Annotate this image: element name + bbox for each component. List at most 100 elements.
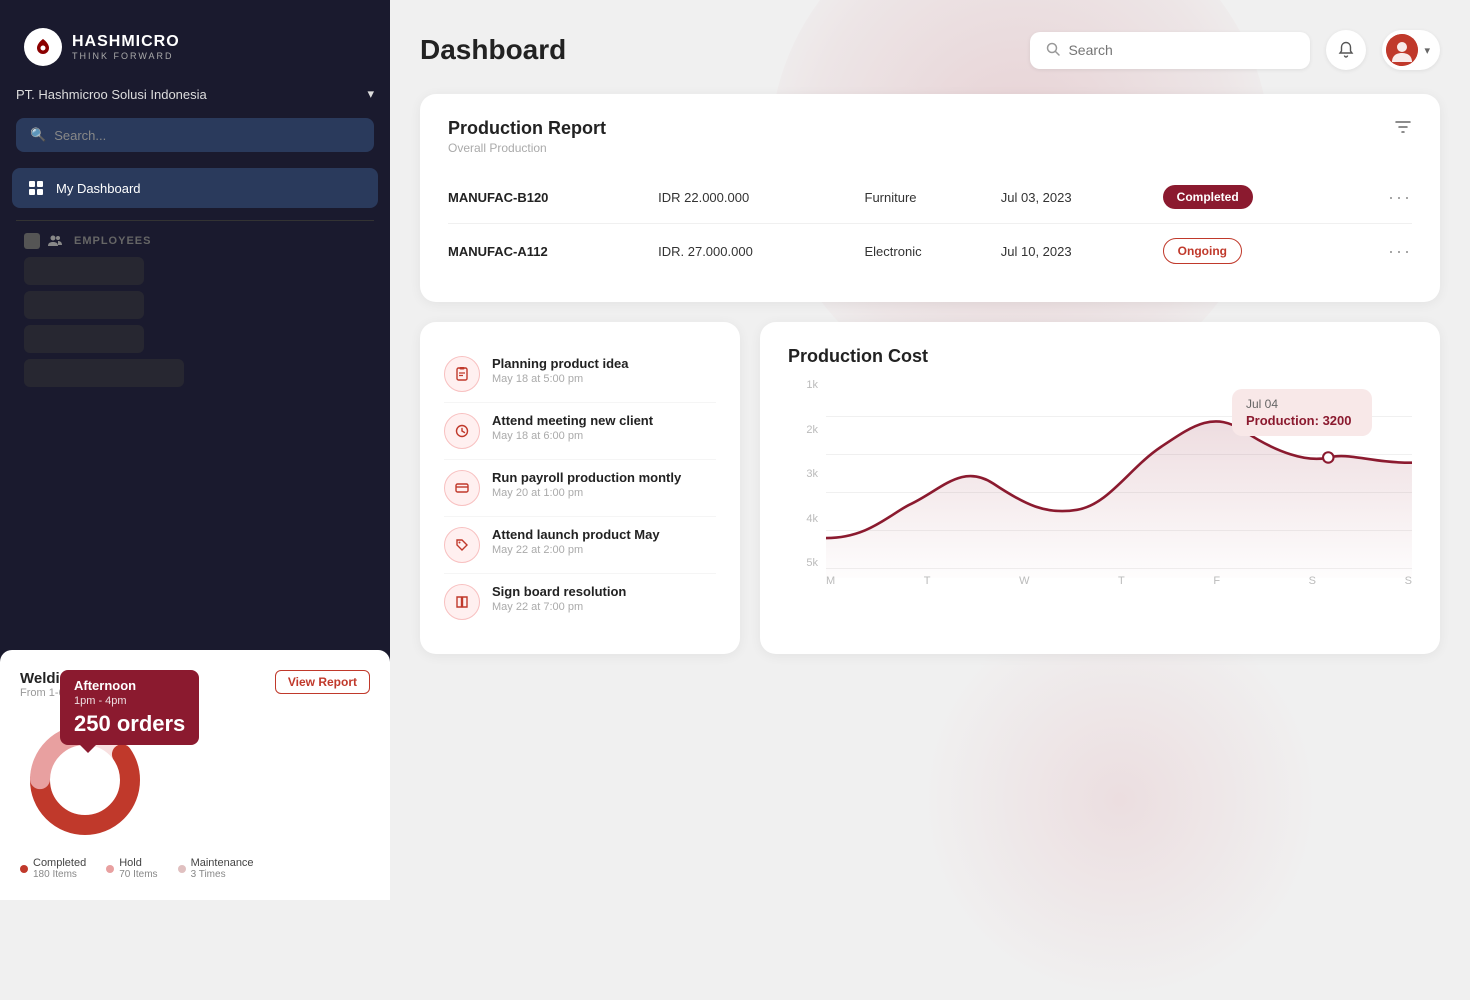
row-id: MANUFAC-A112 — [448, 224, 650, 279]
activity-title: Run payroll production montly — [492, 470, 716, 485]
report-card-subtitle: Overall Production — [448, 141, 606, 155]
legend-completed-count: 180 Items — [33, 869, 86, 880]
legend-hold-count: 70 Items — [119, 869, 157, 880]
y-axis: 5k 4k 3k 2k 1k — [788, 379, 818, 569]
sidebar-placeholder-4 — [24, 359, 184, 387]
user-avatar — [1386, 34, 1418, 66]
activity-info: Run payroll production montly May 20 at … — [492, 470, 716, 499]
row-id: MANUFAC-B120 — [448, 171, 650, 224]
sidebar-search-box[interactable]: 🔍 — [16, 118, 374, 152]
y-label-5k: 5k — [788, 557, 818, 569]
row-category: Furniture — [857, 171, 993, 224]
y-label-4k: 4k — [788, 513, 818, 525]
legend-hold: Hold 70 Items — [106, 857, 157, 880]
view-report-button[interactable]: View Report — [275, 670, 370, 694]
tooltip-arrow — [80, 745, 96, 753]
legend-maintenance-count: 3 Times — [191, 869, 254, 880]
activity-info: Attend launch product May May 22 at 2:00… — [492, 527, 716, 556]
status-badge: Completed — [1163, 185, 1253, 209]
production-cost-card: Production Cost 5k 4k 3k 2k 1k — [760, 322, 1440, 654]
chart-tooltip: Jul 04 Production: 3200 — [1232, 389, 1372, 436]
row-status: Completed — [1155, 171, 1353, 224]
legend-maintenance-label: Maintenance — [191, 857, 254, 869]
row-category: Electronic — [857, 224, 993, 279]
donut-tooltip: Afternoon 1pm - 4pm 250 orders — [60, 670, 199, 745]
x-label-m: M — [826, 575, 835, 599]
activity-icon — [444, 584, 480, 620]
bottom-row: Planning product idea May 18 at 5:00 pm … — [420, 322, 1440, 654]
row-status: Ongoing — [1155, 224, 1353, 279]
user-chevron-icon: ▾ — [1424, 44, 1430, 57]
employees-label: EMPLOYEES — [74, 235, 151, 247]
legend-maintenance: Maintenance 3 Times — [178, 857, 254, 880]
sidebar-logo: HASHMICRO THINK FORWARD — [0, 0, 390, 86]
notification-button[interactable] — [1326, 30, 1366, 70]
sidebar-dashboard-label: My Dashboard — [56, 181, 141, 196]
legend-completed-label: Completed — [33, 857, 86, 869]
more-button[interactable]: ··· — [1388, 187, 1412, 208]
tooltip-date: Jul 04 — [1246, 397, 1358, 411]
activity-time: May 18 at 5:00 pm — [492, 373, 716, 385]
row-amount: IDR. 27.000.000 — [650, 224, 856, 279]
row-date: Jul 10, 2023 — [993, 224, 1155, 279]
main-content: Dashboard — [390, 0, 1470, 900]
header-right: ▾ — [1030, 30, 1440, 70]
x-label-s1: S — [1309, 575, 1316, 599]
bottom-card: Welding Machine From 1-6 Dec, 2020 View … — [0, 650, 390, 900]
activity-time: May 20 at 1:00 pm — [492, 487, 716, 499]
main-search-input[interactable] — [1068, 42, 1294, 58]
row-more: ··· — [1352, 224, 1412, 279]
table-row: MANUFAC-B120 IDR 22.000.000 Furniture Ju… — [448, 171, 1412, 224]
cost-card-title: Production Cost — [788, 346, 1412, 367]
sidebar-divider — [16, 220, 374, 221]
activity-icon — [444, 470, 480, 506]
page-title: Dashboard — [420, 34, 566, 66]
activity-icon — [444, 413, 480, 449]
activity-icon — [444, 356, 480, 392]
legend-completed: Completed 180 Items — [20, 857, 86, 880]
legend-hold-label: Hold — [119, 857, 142, 869]
sidebar-search-icon: 🔍 — [30, 127, 46, 143]
activity-title: Attend meeting new client — [492, 413, 716, 428]
company-name: PT. Hashmicroo Solusi Indonesia — [16, 87, 207, 102]
sidebar-search-input[interactable] — [54, 128, 360, 143]
maintenance-dot — [178, 865, 186, 873]
activity-title: Planning product idea — [492, 356, 716, 371]
activity-item: Planning product idea May 18 at 5:00 pm — [444, 346, 716, 403]
more-button[interactable]: ··· — [1388, 241, 1412, 262]
tooltip-orders: 250 orders — [74, 711, 185, 737]
company-selector[interactable]: PT. Hashmicroo Solusi Indonesia ▾ — [16, 86, 374, 102]
search-box[interactable] — [1030, 32, 1310, 69]
activities-card: Planning product idea May 18 at 5:00 pm … — [420, 322, 740, 654]
y-label-1k: 1k — [788, 379, 818, 391]
activity-info: Planning product idea May 18 at 5:00 pm — [492, 356, 716, 385]
activity-time: May 18 at 6:00 pm — [492, 430, 716, 442]
activity-info: Attend meeting new client May 18 at 6:00… — [492, 413, 716, 442]
chart-area: 5k 4k 3k 2k 1k — [788, 379, 1412, 599]
sidebar-section-employees: EMPLOYEES — [24, 233, 366, 249]
dashboard-icon — [26, 178, 46, 198]
sidebar-placeholder-2 — [24, 291, 144, 319]
y-label-2k: 2k — [788, 424, 818, 436]
row-more: ··· — [1352, 171, 1412, 224]
x-axis: M T W T F S S — [826, 575, 1412, 599]
x-label-w: W — [1019, 575, 1029, 599]
activity-item: Run payroll production montly May 20 at … — [444, 460, 716, 517]
activity-item: Attend meeting new client May 18 at 6:00… — [444, 403, 716, 460]
x-label-t2: T — [1118, 575, 1125, 599]
x-label-s2: S — [1405, 575, 1412, 599]
sidebar-item-dashboard[interactable]: My Dashboard — [12, 168, 378, 208]
filter-button[interactable] — [1394, 118, 1412, 141]
activity-title: Attend launch product May — [492, 527, 716, 542]
user-menu-button[interactable]: ▾ — [1382, 30, 1440, 70]
search-icon — [1046, 42, 1060, 59]
logo-text: HASHMICRO THINK FORWARD — [72, 33, 180, 61]
activity-time: May 22 at 2:00 pm — [492, 544, 716, 556]
status-badge: Ongoing — [1163, 238, 1242, 264]
table-row: MANUFAC-A112 IDR. 27.000.000 Electronic … — [448, 224, 1412, 279]
logo-icon — [24, 28, 62, 66]
hold-dot — [106, 865, 114, 873]
tooltip-period: Afternoon — [74, 678, 185, 693]
tooltip-time: 1pm - 4pm — [74, 695, 185, 707]
y-label-3k: 3k — [788, 468, 818, 480]
